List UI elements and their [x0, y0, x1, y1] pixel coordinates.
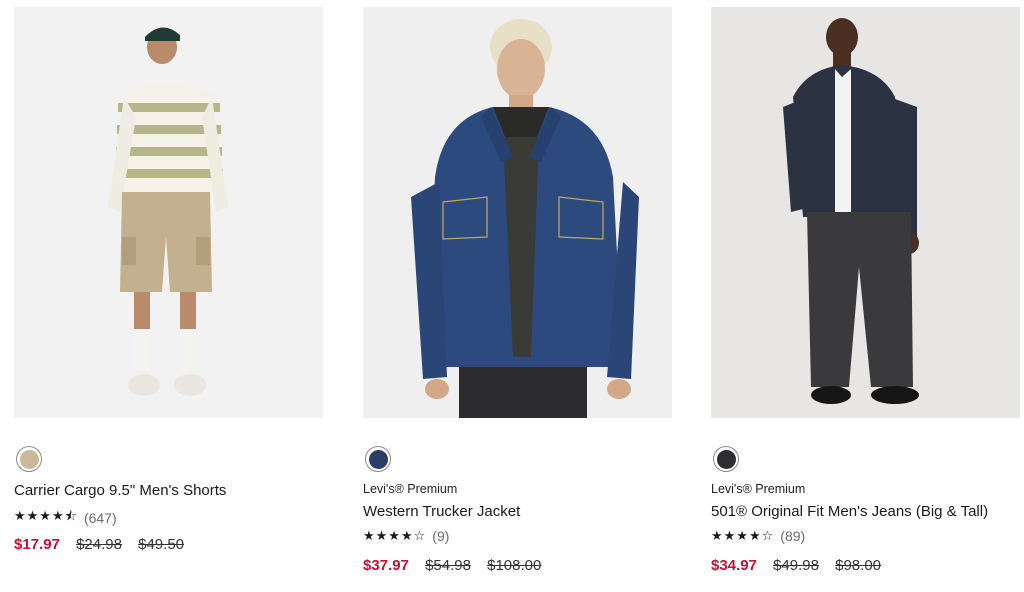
color-swatch[interactable]	[16, 446, 42, 472]
review-count: (89)	[780, 528, 806, 544]
product-name[interactable]: Carrier Cargo 9.5" Men's Shorts	[14, 482, 226, 499]
product-name[interactable]: 501® Original Fit Men's Jeans (Big & Tal…	[711, 503, 988, 520]
list-price: $98.00	[835, 557, 882, 574]
sale-price: $17.97	[14, 536, 60, 553]
star-rating-icon: ★★★★⯪	[14, 509, 78, 524]
color-swatch[interactable]	[713, 446, 739, 472]
jeans-model-photo	[783, 18, 919, 404]
shorts-model-photo	[108, 27, 228, 396]
swatch-dot	[716, 449, 736, 469]
swatch-dot	[19, 449, 39, 469]
price-row: $37.97 $54.98 $108.00	[363, 557, 553, 574]
product-card[interactable]: Levi's® Premium Western Trucker Jacket ★…	[363, 7, 672, 574]
price-row: $34.97 $49.98 $98.00	[711, 557, 893, 574]
original-price: $54.98	[425, 557, 471, 574]
product-name[interactable]: Western Trucker Jacket	[363, 503, 520, 520]
product-card[interactable]: Carrier Cargo 9.5" Men's Shorts ★★★★⯪ (6…	[14, 7, 323, 553]
product-card[interactable]: Levi's® Premium 501® Original Fit Men's …	[711, 7, 1020, 574]
sale-price: $34.97	[711, 557, 757, 574]
product-image[interactable]	[711, 7, 1020, 418]
list-price: $108.00	[487, 557, 542, 574]
star-rating-icon: ★★★★☆	[711, 528, 775, 544]
product-brand: Levi's® Premium	[363, 482, 458, 496]
product-rating[interactable]: ★★★★⯪ (647)	[14, 507, 117, 529]
product-brand: Levi's® Premium	[711, 482, 806, 496]
original-price: $24.98	[76, 536, 122, 553]
review-count: (647)	[83, 510, 117, 526]
color-swatch[interactable]	[365, 446, 391, 472]
review-count: (9)	[432, 528, 450, 544]
jacket-model-photo	[411, 19, 639, 418]
list-price: $49.50	[138, 536, 185, 553]
swatch-dot	[368, 449, 388, 469]
product-rating[interactable]: ★★★★☆ (89)	[711, 528, 805, 544]
product-image[interactable]	[14, 7, 323, 418]
price-row: $17.97 $24.98 $49.50	[14, 536, 196, 553]
product-rating[interactable]: ★★★★☆ (9)	[363, 528, 449, 544]
product-image[interactable]	[363, 7, 672, 418]
sale-price: $37.97	[363, 557, 409, 574]
star-rating-icon: ★★★★☆	[363, 528, 427, 544]
original-price: $49.98	[773, 557, 819, 574]
